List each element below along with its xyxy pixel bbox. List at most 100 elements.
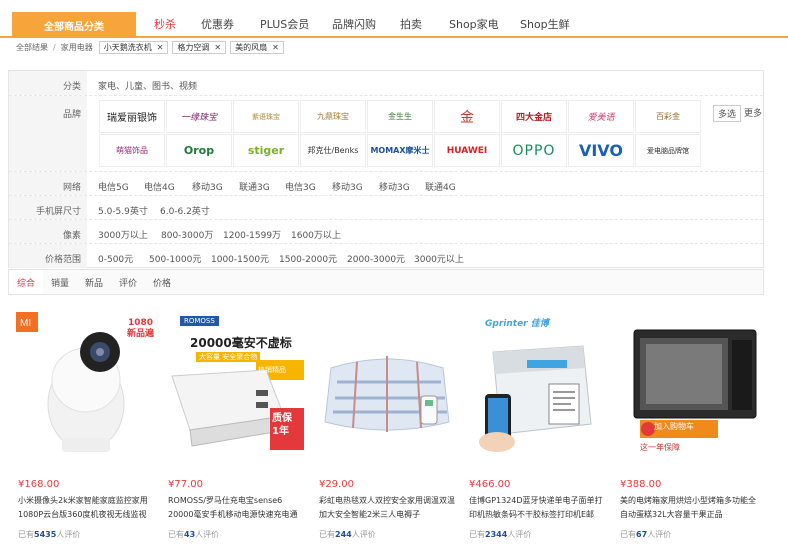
breadcrumb-root[interactable]: 全部结果 — [16, 42, 48, 53]
brand-logo[interactable]: 邦克仕/Benks — [300, 134, 366, 167]
filter-option[interactable]: 电信5G — [98, 180, 129, 193]
product-image[interactable]: Gprinter 佳博 — [467, 312, 607, 464]
nav-item-plus[interactable]: PLUS会员 — [260, 16, 309, 32]
filter-option[interactable]: 电信3G — [285, 180, 316, 193]
filter-option[interactable]: 移动3G — [332, 180, 363, 193]
filter-row-network: 网络 电信5G 电信4G 移动3G 联通3G 电信3G 移动3G 移动3G 联通… — [9, 172, 763, 196]
filter-option[interactable]: 3000万以上 — [98, 228, 148, 241]
filter-tag[interactable]: 格力空调 ✕ — [172, 40, 227, 54]
review-count[interactable]: 5435 — [34, 530, 56, 539]
review-count[interactable]: 67 — [636, 530, 647, 539]
mi-logo: MI — [20, 318, 31, 329]
filter-option[interactable]: 联通3G — [239, 180, 270, 193]
brand-logo[interactable]: 金 — [434, 100, 500, 133]
brand-logo[interactable]: 九鼎珠宝 — [300, 100, 366, 133]
product-reviews: 已有244人评价 — [319, 530, 376, 539]
product-reviews: 已有67人评价 — [620, 530, 672, 539]
product-image[interactable]: MI 1080 新品遍 — [16, 312, 156, 464]
product-reviews: 已有43人评价 — [168, 530, 220, 539]
product-image[interactable]: 加入购物车 这一年保障 — [618, 312, 758, 464]
review-count[interactable]: 244 — [335, 530, 352, 539]
top-nav: 全部商品分类 秒杀 优惠券 PLUS会员 品牌闪购 拍卖 Shop家电 Shop… — [0, 0, 788, 38]
filter-option[interactable]: 移动3G — [379, 180, 410, 193]
product-banner: 20000毫安不虚标 — [190, 336, 292, 350]
product-title[interactable]: ROMOSS/罗马仕充电宝sense6 20000毫安手机移动电源快速充电通用 — [168, 494, 304, 522]
nav-item-seckill[interactable]: 秒杀 — [154, 16, 176, 32]
breadcrumb-category[interactable]: 家用电器 — [61, 42, 93, 53]
filter-tag[interactable]: 小天鹅洗衣机 ✕ — [98, 40, 169, 54]
product-title[interactable]: 佳博GP1324D蓝牙快递单电子面单打印机热敏条码不干胶标签打印机E邮 — [469, 494, 605, 522]
brand-logo[interactable]: 萌猫饰品 — [99, 134, 165, 167]
sort-reviews[interactable]: 评价 — [111, 270, 145, 294]
brand-logo[interactable]: 爱电脑品牌馆 — [635, 134, 701, 167]
filter-row-category: 分类 家电、儿童、图书、视频 — [9, 71, 763, 96]
filter-option[interactable]: 1200-1599万 — [223, 228, 281, 241]
brand-logo[interactable]: 一缘珠宝 — [166, 100, 232, 133]
filter-option[interactable]: 电信4G — [144, 180, 175, 193]
all-categories-button[interactable]: 全部商品分类 — [12, 12, 136, 38]
filter-option[interactable]: 家电、儿童、图书、视频 — [98, 79, 197, 92]
close-icon[interactable]: ✕ — [157, 43, 164, 52]
product-image[interactable]: ROMOSS 20000毫安不虚标 大容量 安全聚合物 热销精品 质保 1年 — [166, 312, 306, 464]
nav-item-fresh[interactable]: Shop生鲜 — [520, 16, 570, 32]
nav-item-auction[interactable]: 拍卖 — [400, 16, 422, 32]
breadcrumb-separator: / — [53, 42, 56, 52]
close-icon[interactable]: ✕ — [272, 43, 279, 52]
close-icon[interactable]: ✕ — [214, 43, 221, 52]
brand-logo[interactable]: stiger — [233, 134, 299, 167]
brand-logo[interactable]: OPPO — [501, 134, 567, 167]
nav-item-coupon[interactable]: 优惠券 — [201, 16, 234, 32]
filter-label: 分类 — [9, 71, 87, 95]
sort-price[interactable]: 价格 — [145, 270, 179, 294]
filter-label: 像素 — [9, 220, 87, 243]
filter-option[interactable]: 0-500元 — [98, 252, 133, 265]
brand-logo[interactable]: VIVO — [568, 134, 634, 167]
filter-option[interactable]: 3000元以上 — [414, 252, 464, 265]
product-image[interactable] — [317, 312, 457, 464]
product-reviews: 已有2344人评价 — [469, 530, 532, 539]
brand-logo[interactable]: 瑞爱丽银饰 — [99, 100, 165, 133]
review-count[interactable]: 43 — [184, 530, 195, 539]
filter-option[interactable]: 联通4G — [425, 180, 456, 193]
brand-logo[interactable]: 百彩金 — [635, 100, 701, 133]
nav-item-brand-flash[interactable]: 品牌闪购 — [332, 16, 376, 32]
brand-logo[interactable]: 紫语珠宝 — [233, 100, 299, 133]
sort-new[interactable]: 新品 — [77, 270, 111, 294]
more-button[interactable]: 更多 — [744, 106, 762, 119]
filter-option[interactable]: 2000-3000元 — [347, 252, 405, 265]
product-title[interactable]: 彩虹电热毯双人双控安全家用调温双温加大安全智能2米三人电褥子 — [319, 494, 455, 522]
product-price: ¥168.00 — [18, 479, 60, 490]
brand-logo[interactable]: Orop — [166, 134, 232, 167]
filter-option[interactable]: 1600万以上 — [291, 228, 341, 241]
sort-sales[interactable]: 销量 — [43, 270, 77, 294]
brand-logo[interactable]: 金生生 — [367, 100, 433, 133]
sort-bar: 综合 销量 新品 评价 价格 — [8, 269, 764, 295]
brand-logo[interactable]: HUAWEI — [434, 134, 500, 167]
filter-option[interactable]: 800-3000万 — [161, 228, 213, 241]
filter-option[interactable]: 移动3G — [192, 180, 223, 193]
filter-option[interactable]: 500-1000元 — [149, 252, 201, 265]
brand-label: ROMOSS — [180, 316, 219, 326]
filter-row-price: 价格范围 0-500元 500-1000元 1000-1500元 1500-20… — [9, 244, 763, 268]
filter-tag-label: 格力空调 — [177, 42, 210, 52]
filter-option[interactable]: 5.0-5.9英寸 — [98, 204, 148, 217]
brand-logo[interactable]: 四大金店 — [501, 100, 567, 133]
product-title[interactable]: 美的电烤箱家用烘焙小型烤箱多功能全自动蛋糕32L大容量干果正品 — [620, 494, 756, 522]
filter-row-brand: 品牌 瑞爱丽银饰 一缘珠宝 紫语珠宝 九鼎珠宝 金生生 金 四大金店 爱美语 百… — [9, 96, 763, 172]
filter-option[interactable]: 1000-1500元 — [211, 252, 269, 265]
product-banner: 这一年保障 — [640, 443, 680, 452]
filter-tag[interactable]: 美的风扇 ✕ — [230, 40, 284, 54]
review-count[interactable]: 2344 — [485, 530, 507, 539]
filter-option[interactable]: 1500-2000元 — [279, 252, 337, 265]
product-title[interactable]: 小米摄像头2k米家智能家庭监控家用1080P云台版360度机夜视无线监视 — [18, 494, 154, 522]
product-price: ¥466.00 — [469, 479, 511, 490]
sort-comprehensive[interactable]: 综合 — [9, 270, 43, 294]
warranty-badge: 质保 1年 — [272, 413, 292, 437]
brand-label: Gprinter 佳博 — [485, 319, 549, 329]
nav-item-appliances[interactable]: Shop家电 — [449, 16, 499, 32]
brand-logo[interactable]: MOMAX摩米士 — [367, 134, 433, 167]
brand-logo[interactable]: 爱美语 — [568, 100, 634, 133]
filter-option[interactable]: 6.0-6.2英寸 — [160, 204, 210, 217]
product-banner: 热销精品 — [258, 366, 286, 374]
multi-select-button[interactable]: 多选 — [713, 105, 742, 122]
